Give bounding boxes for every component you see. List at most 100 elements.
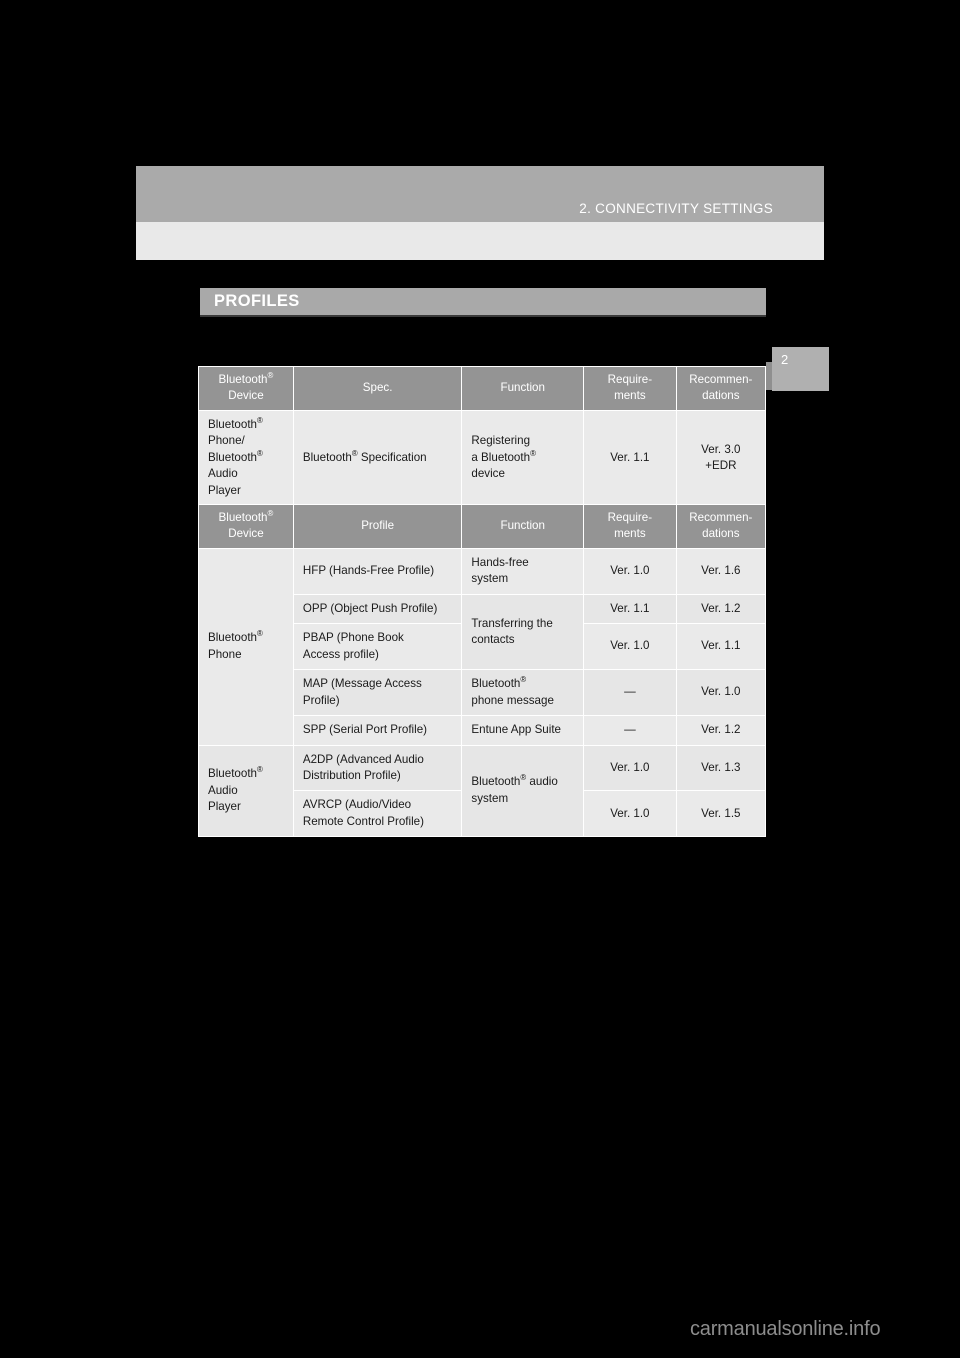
page-header-subband bbox=[136, 222, 824, 260]
column-header-requirements: Require- ments bbox=[583, 504, 677, 549]
registered-mark-icon: ® bbox=[257, 448, 263, 458]
column-header-recommendations: Recommen- dations bbox=[675, 504, 767, 549]
recommendations-line-2: +EDR bbox=[705, 459, 737, 473]
profile-line-1: A2DP (Advanced Audio bbox=[302, 752, 424, 766]
device-line-1: Bluetooth® bbox=[208, 765, 263, 781]
cell-requirements: Ver. 1.0 bbox=[583, 623, 677, 671]
column-header-recommendations-line2: dations bbox=[702, 527, 740, 541]
registered-mark-icon: ® bbox=[257, 765, 263, 775]
cell-profile: PBAP (Phone Book Access profile) bbox=[292, 623, 463, 671]
function-line-2: system bbox=[471, 572, 509, 586]
function-line-1: Hands-free bbox=[471, 555, 529, 569]
registered-mark-icon: ® bbox=[520, 773, 527, 783]
cell-function: Bluetooth® audio system bbox=[461, 744, 585, 838]
device-line-1: Bluetooth® bbox=[208, 629, 263, 645]
table-row: Bluetooth® Phone/ Bluetooth® Audio Playe… bbox=[198, 409, 767, 507]
profile-line-2: Profile) bbox=[302, 693, 340, 707]
column-header-device-line1: Bluetooth bbox=[218, 511, 268, 524]
registered-mark-icon: ® bbox=[520, 675, 527, 685]
device-line-3: Player bbox=[208, 800, 241, 814]
registered-mark-icon: ® bbox=[267, 371, 274, 381]
cell-recommendations: Ver. 1.1 bbox=[675, 623, 767, 671]
cell-recommendations: Ver. 1.3 bbox=[675, 744, 767, 792]
footer-watermark: carmanualsonline.info bbox=[690, 1318, 881, 1340]
cell-profile: OPP (Object Push Profile) bbox=[292, 593, 463, 625]
device-line-2: Phone/ bbox=[208, 434, 245, 448]
device-line-2: Audio bbox=[208, 783, 238, 797]
cell-function: Transferring the contacts bbox=[461, 593, 585, 671]
cell-requirements: — bbox=[583, 715, 677, 746]
profile-line-2: Access profile) bbox=[302, 647, 379, 661]
column-header-spec: Spec. bbox=[292, 366, 463, 411]
profile-line-1: MAP (Message Access bbox=[302, 677, 422, 691]
cell-requirements: — bbox=[583, 669, 677, 717]
function-line-1: Bluetooth® bbox=[471, 675, 527, 691]
column-header-device-line2: Device bbox=[228, 527, 264, 541]
cell-device-phone: Bluetooth® Phone bbox=[198, 547, 294, 746]
cell-function: Hands-free system bbox=[461, 547, 585, 595]
cell-function: Bluetooth® phone message bbox=[461, 669, 585, 717]
registered-mark-icon: ® bbox=[257, 416, 263, 426]
chapter-tab-number: 2 bbox=[781, 352, 789, 367]
column-header-requirements-line2: ments bbox=[614, 527, 646, 541]
function-line-1: Transferring the bbox=[471, 616, 553, 630]
column-header-profile: Profile bbox=[292, 504, 463, 549]
device-line-1: Bluetooth® bbox=[208, 416, 263, 431]
column-header-recommendations: Recommen- dations bbox=[675, 366, 767, 411]
registered-mark-icon: ® bbox=[351, 448, 358, 458]
device-line-5: Player bbox=[208, 483, 241, 497]
cell-recommendations: Ver. 3.0 +EDR bbox=[675, 409, 767, 507]
cell-recommendations: Ver. 1.2 bbox=[675, 715, 767, 746]
function-line-2: phone message bbox=[471, 693, 554, 707]
cell-profile: A2DP (Advanced Audio Distribution Profil… bbox=[292, 744, 463, 792]
cell-profile: AVRCP (Audio/Video Remote Control Profil… bbox=[292, 790, 463, 838]
table-row: Bluetooth® Audio Player A2DP (Advanced A… bbox=[198, 744, 767, 838]
registered-mark-icon: ® bbox=[530, 448, 536, 458]
column-header-recommendations-line2: dations bbox=[702, 389, 740, 403]
cell-requirements: Ver. 1.1 bbox=[583, 593, 677, 625]
column-header-device-line1: Bluetooth bbox=[218, 373, 268, 386]
table-header-row: Bluetooth® Device Profile Function Requi… bbox=[198, 504, 767, 549]
column-header-requirements-line2: ments bbox=[614, 389, 646, 403]
function-line-1: Registering bbox=[471, 434, 531, 448]
function-line-2: contacts bbox=[471, 632, 515, 646]
profiles-table: Bluetooth® Device Profile Function Requi… bbox=[198, 504, 767, 838]
cell-spec: Bluetooth® Specification bbox=[292, 409, 463, 507]
column-header-device: Bluetooth® Device bbox=[198, 366, 294, 411]
chapter-tab: 2 bbox=[772, 347, 829, 391]
table-header-row: Bluetooth® Device Spec. Function Require… bbox=[198, 366, 767, 411]
column-header-device: Bluetooth® Device bbox=[198, 504, 294, 549]
column-header-recommendations-line1: Recommen- bbox=[689, 373, 753, 386]
cell-requirements: Ver. 1.0 bbox=[583, 547, 677, 595]
table-row: Bluetooth® Phone HFP (Hands-Free Profile… bbox=[198, 547, 767, 746]
column-header-requirements-line1: Require- bbox=[607, 373, 653, 386]
profile-line-1: PBAP (Phone Book bbox=[302, 631, 404, 645]
registered-mark-icon: ® bbox=[257, 629, 263, 639]
function-line-2: system bbox=[471, 791, 509, 805]
function-line-3: device bbox=[471, 467, 505, 481]
cell-device: Bluetooth® Phone/ Bluetooth® Audio Playe… bbox=[198, 409, 294, 507]
cell-requirements: Ver. 1.0 bbox=[583, 790, 677, 838]
cell-function: Registering a Bluetooth® device bbox=[461, 409, 585, 507]
cell-recommendations: Ver. 1.0 bbox=[675, 669, 767, 717]
column-header-device-line2: Device bbox=[228, 389, 264, 403]
cell-requirements: Ver. 1.1 bbox=[583, 409, 677, 507]
device-line-3: Bluetooth® bbox=[208, 448, 263, 464]
cell-function: Entune App Suite bbox=[461, 715, 585, 746]
function-line-1: Bluetooth® audio bbox=[471, 773, 558, 789]
column-header-recommendations-line1: Recommen- bbox=[689, 511, 753, 524]
cell-profile: SPP (Serial Port Profile) bbox=[292, 715, 463, 746]
cell-profile: HFP (Hands-Free Profile) bbox=[292, 547, 463, 595]
device-line-2: Phone bbox=[208, 647, 242, 661]
profile-line-2: Remote Control Profile) bbox=[302, 814, 424, 828]
page-header-band: 2. CONNECTIVITY SETTINGS bbox=[136, 166, 824, 222]
column-header-requirements: Require- ments bbox=[583, 366, 677, 411]
profile-line-1: AVRCP (Audio/Video bbox=[302, 798, 412, 812]
page-title: PROFILES bbox=[214, 292, 300, 310]
column-header-function: Function bbox=[461, 366, 585, 411]
column-header-function: Function bbox=[461, 504, 585, 549]
cell-recommendations: Ver. 1.5 bbox=[675, 790, 767, 838]
cell-profile: MAP (Message Access Profile) bbox=[292, 669, 463, 717]
section-title-bar: PROFILES bbox=[200, 288, 766, 315]
function-line-2: a Bluetooth® bbox=[471, 448, 536, 464]
